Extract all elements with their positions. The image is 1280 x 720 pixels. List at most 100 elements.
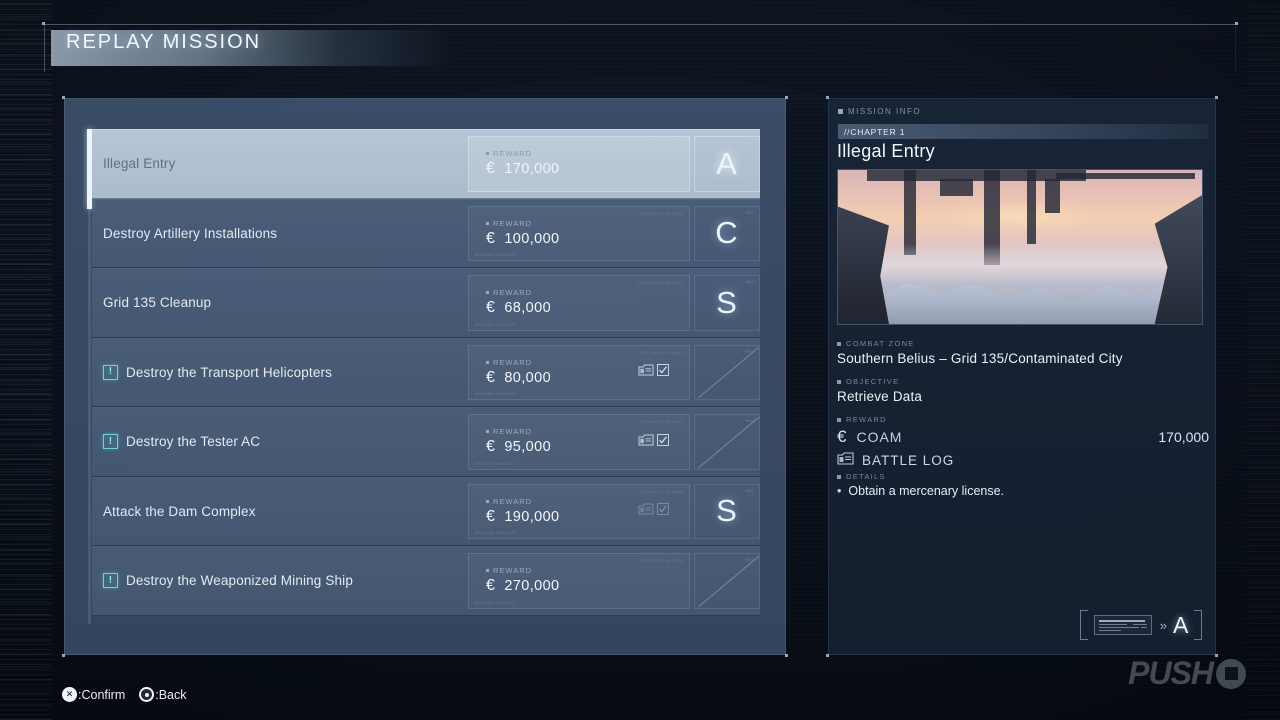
corner-marker (1215, 96, 1218, 99)
alert-exclamation-icon: ! (103, 434, 118, 450)
mission-row[interactable]: ! Destroy the Transport Helicopters REWARD… (92, 337, 760, 407)
confirm-hint[interactable]: ✕ :Confirm (62, 687, 125, 702)
details-label: DETAILS (846, 472, 886, 481)
corner-marker (62, 96, 65, 99)
mission-row[interactable]: ! Destroy the Tester AC REWARD €95,000 LOG D… (92, 407, 760, 477)
square-bullet-icon (486, 221, 489, 225)
thumbnail-mist (838, 243, 1202, 284)
coam-currency-icon: € (837, 427, 848, 446)
corner-marker (1235, 22, 1238, 25)
no-rank-slash-icon (695, 346, 759, 400)
mission-row-title: Destroy the Tester AC (126, 434, 261, 450)
thumbnail-sun-glow (939, 197, 1101, 232)
mission-row[interactable]: Grid 135 Cleanup REWARD €68,000 LOG DATA / … (92, 268, 760, 338)
details-section: DETAILS • Obtain a mercenary license. (837, 472, 1209, 498)
mission-row-title: Destroy the Weaponized Mining Ship (126, 573, 353, 589)
coam-currency-icon: € (486, 438, 496, 456)
reward-card-label: REWARD (493, 288, 533, 298)
corner-marker (785, 96, 788, 99)
reward-card-label-row: REWARD (486, 149, 560, 158)
reward-card-amount-row: €95,000 (486, 438, 551, 456)
detail-text: Obtain a mercenary license. (848, 484, 1005, 498)
decorative-microtext: RNK (745, 279, 754, 284)
reward-card-amount: 270,000 (504, 578, 560, 595)
scrollbar-track[interactable] (87, 129, 92, 624)
reward-card-amount-row: €170,000 (486, 160, 560, 178)
combat-zone-value: Southern Belius – Grid 135/Contaminated … (837, 351, 1123, 366)
decorative-microtext: MISSION RECORD (475, 391, 516, 396)
reward-card-label-row: REWARD (486, 288, 551, 297)
decorative-microtext: LOG DATA / 00-0411 (638, 349, 683, 355)
reward-card-label: REWARD (493, 566, 533, 576)
mission-rank-cell: S RNK (694, 275, 760, 331)
battle-log-status-icons (638, 433, 669, 451)
mission-info-panel: MISSION INFO //CHAPTER 1 Illegal Entry C… (828, 98, 1216, 655)
thumbnail-overhang (1056, 173, 1195, 180)
reward-card-label-row: REWARD (486, 219, 560, 228)
mission-info-label: MISSION INFO (848, 107, 922, 116)
watermark-logo-icon (1216, 658, 1246, 689)
decorative-microtext: LOG DATA / 00-0522 (638, 419, 683, 424)
circle-button-icon (139, 687, 155, 702)
reward-label: REWARD (846, 415, 887, 424)
corner-marker (826, 96, 829, 99)
decorative-microtext: RNK (745, 348, 754, 354)
reward-card: REWARD €270,000 LOG DATA / 00-0744 MISSION … (468, 553, 690, 609)
corner-marker (785, 654, 788, 657)
watermark-text: PUSH (1128, 655, 1214, 691)
back-hint[interactable]: :Back (139, 687, 187, 702)
coam-currency-icon: € (486, 577, 496, 595)
decorative-microtext: MISSION RECORD (475, 460, 516, 466)
reward-card: REWARD €190,000 LOG DATA / 00-0630 MISSION … (468, 483, 690, 539)
reward-card-amount-row: €270,000 (486, 577, 560, 595)
mission-rank-letter: S (716, 284, 738, 320)
reward-card-label: REWARD (493, 357, 533, 367)
checkbox-checked-icon (657, 502, 669, 520)
square-bullet-icon (837, 417, 841, 422)
reward-card-label-row: REWARD (486, 497, 560, 506)
objective-label: OBJECTIVE (846, 377, 900, 386)
mission-row[interactable]: Attack the Dam Complex REWARD €190,000 LOG … (92, 476, 760, 546)
mission-row-title-cell: Attack the Dam Complex (92, 478, 468, 546)
mission-rank-cell: S RNK (694, 483, 760, 539)
coam-currency-icon: € (486, 229, 496, 247)
square-bullet-icon (837, 341, 841, 346)
mission-row-title: Illegal Entry (103, 156, 176, 172)
mission-title: Illegal Entry (837, 141, 935, 161)
square-bullet-icon (837, 474, 841, 479)
mission-row-title-cell: Illegal Entry (92, 130, 468, 198)
no-rank-slash-icon (695, 554, 759, 608)
mission-rank-cell: RNK (694, 414, 760, 470)
battle-log-icon (837, 452, 854, 468)
reward-card: REWARD €80,000 LOG DATA / 00-0411 MISSION R… (468, 344, 690, 400)
reward-label-row: REWARD (837, 415, 1209, 424)
battle-log-label: BATTLE LOG (862, 452, 955, 468)
checkbox-checked-icon (657, 433, 669, 451)
mission-row[interactable]: ! Destroy the Weaponized Mining Ship REWAR… (92, 546, 760, 616)
mission-row-title: Destroy Artillery Installations (103, 225, 278, 241)
reward-card-amount: 68,000 (504, 300, 552, 317)
log-thumbnail-icon (1093, 615, 1152, 635)
square-bullet-icon (486, 499, 489, 503)
alert-exclamation-icon: ! (103, 573, 118, 589)
chevron-right-icon: » (1159, 617, 1167, 633)
mission-row[interactable]: Destroy Artillery Installations REWARD €10… (92, 198, 760, 268)
mission-row[interactable]: Illegal Entry REWARD €170,000 LOG DATA / 00… (92, 129, 760, 199)
mission-row-title: Destroy the Transport Helicopters (126, 364, 333, 380)
decorative-microtext: LOG DATA / 00-0218 (638, 210, 683, 216)
details-label-row: DETAILS (837, 472, 1209, 481)
mission-list-panel: Illegal Entry REWARD €170,000 LOG DATA / 00… (64, 98, 786, 655)
mission-rank-cell: RNK (694, 344, 760, 400)
thumbnail-block (1045, 179, 1061, 214)
reward-card-label: REWARD (493, 218, 533, 228)
coam-label: COAM (856, 429, 903, 445)
rank-summary: » A (1080, 610, 1202, 640)
bullet-icon: • (837, 484, 842, 498)
decorative-microtext: LOG DATA / 00-0124 (638, 141, 683, 146)
reward-card-label: REWARD (493, 496, 533, 506)
coam-currency-icon: € (486, 368, 496, 386)
reward-card-amount: 100,000 (504, 230, 560, 247)
mission-rank-cell: C RNK (694, 205, 760, 261)
reward-card: REWARD €95,000 LOG DATA / 00-0522 MISSION R… (468, 414, 690, 470)
reward-card-amount: 80,000 (504, 369, 552, 386)
